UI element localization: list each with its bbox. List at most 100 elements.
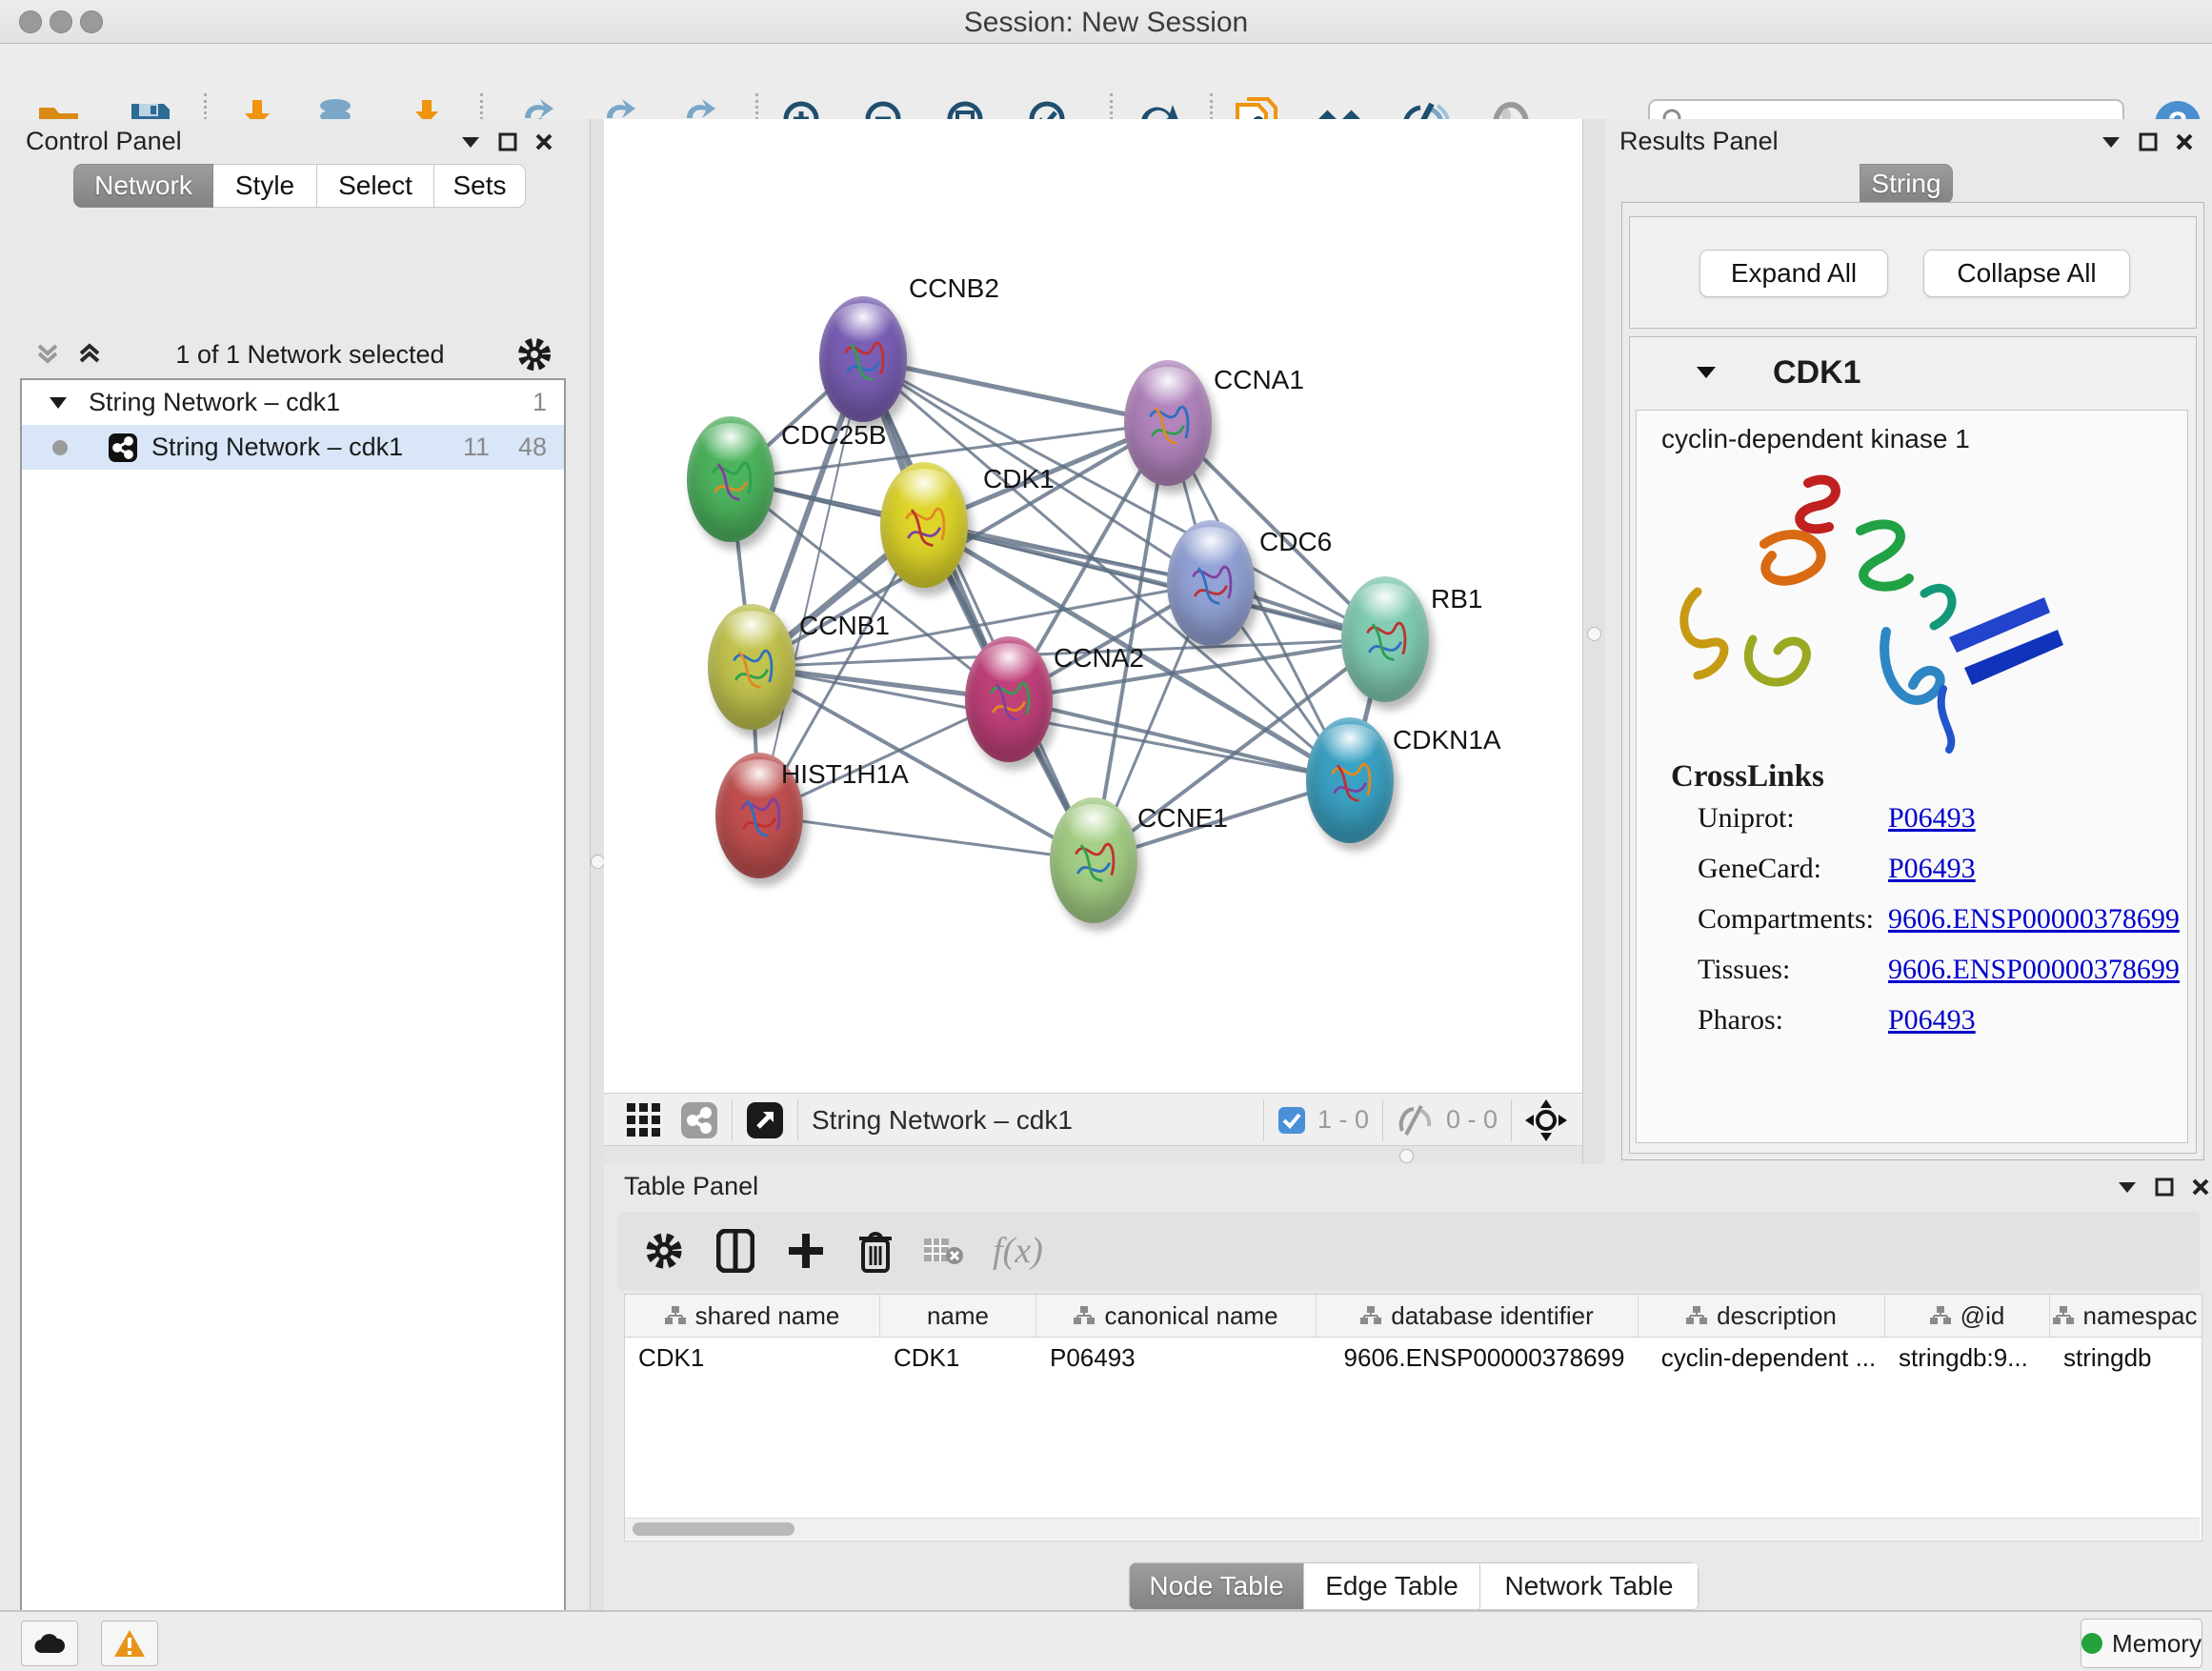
column-type-icon: [1686, 1306, 1707, 1325]
tab-sets[interactable]: Sets: [434, 164, 526, 208]
show-columns-icon[interactable]: [716, 1229, 754, 1273]
main-toolbar: ?: [0, 44, 2212, 121]
delete-column-icon[interactable]: [857, 1229, 894, 1273]
column-header-namespace[interactable]: namespac: [2050, 1295, 2200, 1337]
tab-network-table[interactable]: Network Table: [1480, 1562, 1699, 1610]
delete-table-icon[interactable]: [922, 1235, 964, 1267]
node-label-CDK1: CDK1: [983, 464, 1055, 494]
network-node-CDKN1A[interactable]: [1306, 717, 1394, 843]
network-view-toolbar: String Network – cdk1 1 - 0 0 - 0: [604, 1093, 1582, 1146]
network-collection-row[interactable]: String Network – cdk1 1: [22, 380, 564, 425]
compartments-link[interactable]: 9606.ENSP00000378699: [1888, 903, 2180, 936]
network-node-CCNB1[interactable]: [708, 604, 795, 730]
tab-string[interactable]: String: [1860, 164, 1953, 204]
network-node-CCNA2[interactable]: [965, 636, 1053, 762]
column-header-database-identifier[interactable]: database identifier: [1317, 1295, 1639, 1337]
network-node-CDK1[interactable]: [880, 462, 968, 588]
crosslink-row: Compartments: 9606.ENSP00000378699: [1698, 903, 2187, 936]
fit-content-crosshair-icon[interactable]: [1525, 1099, 1567, 1141]
protein-thumbnail-icon: [1358, 607, 1412, 672]
memory-button[interactable]: Memory: [2081, 1619, 2202, 1668]
cell-namespace: stringdb: [2050, 1338, 2200, 1378]
float-panel-icon[interactable]: [2155, 1178, 2174, 1197]
network-node-CCNA1[interactable]: [1124, 360, 1212, 486]
selected-checkbox-icon[interactable]: [1277, 1106, 1306, 1135]
tab-edge-table[interactable]: Edge Table: [1304, 1562, 1480, 1610]
network-node-RB1[interactable]: [1341, 576, 1429, 702]
panel-menu-icon[interactable]: [2101, 135, 2122, 149]
network-node-CCNE1[interactable]: [1050, 797, 1137, 923]
column-type-icon: [1360, 1306, 1381, 1325]
column-header-canonical-name[interactable]: canonical name: [1036, 1295, 1317, 1337]
node-label-CDC25B: CDC25B: [781, 420, 886, 451]
toolbar-separator: [1382, 1099, 1383, 1141]
close-panel-icon[interactable]: [534, 132, 553, 151]
collection-count: 1: [533, 388, 547, 417]
tab-style[interactable]: Style: [213, 164, 317, 208]
function-builder-icon[interactable]: f(x): [993, 1230, 1043, 1272]
selected-count: 1 - 0: [1317, 1105, 1369, 1135]
create-column-icon[interactable]: [787, 1232, 825, 1270]
expand-all-icon[interactable]: [75, 340, 104, 369]
collection-expander-icon[interactable]: [49, 396, 68, 410]
section-expander-icon[interactable]: [1695, 365, 1718, 380]
float-panel-icon[interactable]: [498, 132, 517, 151]
node-label-RB1: RB1: [1431, 584, 1482, 614]
expand-all-button[interactable]: Expand All: [1699, 250, 1888, 297]
collection-label: String Network – cdk1: [89, 388, 340, 417]
panel-menu-icon[interactable]: [460, 135, 481, 149]
network-nodes-layer: CCNB2CCNA1CDC25BCDK1CDC6RB1CCNB1CCNA2CDK…: [604, 119, 1582, 1093]
tab-network[interactable]: Network: [73, 164, 213, 208]
column-header-id[interactable]: @id: [1885, 1295, 2050, 1337]
table-panel: Table Panel f(x) shared name name canoni…: [604, 1164, 2212, 1610]
scrollbar-thumb[interactable]: [633, 1522, 794, 1536]
table-options-gear-icon[interactable]: [644, 1231, 684, 1271]
float-panel-icon[interactable]: [2139, 132, 2158, 151]
network-node-CDC25B[interactable]: [687, 416, 774, 542]
column-type-icon: [1074, 1306, 1095, 1325]
network-overview-icon[interactable]: [680, 1101, 718, 1139]
collapse-all-icon[interactable]: [33, 340, 62, 369]
splitter-handle[interactable]: [1587, 627, 1601, 641]
network-node-CDC6[interactable]: [1167, 520, 1255, 646]
panel-splitter-vertical[interactable]: [1582, 119, 1607, 1164]
network-row[interactable]: String Network – cdk1 11 48: [22, 425, 564, 470]
cloud-button[interactable]: [21, 1621, 78, 1666]
detach-view-icon[interactable]: [746, 1101, 784, 1139]
protein-thumbnail-icon: [733, 783, 786, 848]
crosslink-row: Tissues: 9606.ENSP00000378699: [1698, 954, 2187, 986]
network-node-CCNB2[interactable]: [819, 296, 907, 422]
genecard-link[interactable]: P06493: [1888, 853, 1976, 885]
collapse-all-button[interactable]: Collapse All: [1923, 250, 2130, 297]
pharos-link[interactable]: P06493: [1888, 1004, 1976, 1037]
network-canvas[interactable]: CCNB2CCNA1CDC25BCDK1CDC6RB1CCNB1CCNA2CDK…: [604, 119, 1582, 1093]
splitter-handle[interactable]: [591, 855, 605, 869]
uniprot-link[interactable]: P06493: [1888, 802, 1976, 835]
close-panel-icon[interactable]: [2175, 132, 2194, 151]
results-buttons-box: Expand All Collapse All: [1629, 216, 2197, 329]
protein-thumbnail-icon: [1141, 391, 1195, 455]
warning-button[interactable]: [101, 1621, 158, 1666]
tab-select[interactable]: Select: [317, 164, 434, 208]
tissues-link[interactable]: 9606.ENSP00000378699: [1888, 954, 2180, 986]
birds-eye-view-icon[interactable]: [625, 1101, 663, 1139]
table-row[interactable]: CDK1 CDK1 P06493 9606.ENSP00000378699 cy…: [625, 1338, 2202, 1378]
splitter-handle[interactable]: [1399, 1149, 1414, 1163]
horizontal-scrollbar[interactable]: [625, 1518, 2200, 1540]
column-header-description[interactable]: description: [1639, 1295, 1885, 1337]
toolbar-separator: [732, 1099, 733, 1141]
tab-node-table[interactable]: Node Table: [1129, 1562, 1304, 1610]
close-panel-icon[interactable]: [2191, 1178, 2210, 1197]
application-window: Session: New Session: [0, 0, 2212, 1671]
string-results-box: Expand All Collapse All CDK1 cyclin-depe…: [1621, 202, 2204, 1160]
table-panel-title: Table Panel: [624, 1172, 758, 1201]
column-header-name[interactable]: name: [880, 1295, 1036, 1337]
network-options-gear-icon[interactable]: [516, 336, 553, 372]
node-label-CDKN1A: CDKN1A: [1393, 725, 1501, 755]
column-header-shared-name[interactable]: shared name: [625, 1295, 880, 1337]
gene-section-header[interactable]: CDK1: [1630, 337, 2196, 408]
panel-menu-icon[interactable]: [2117, 1180, 2138, 1194]
protein-thumbnail-icon: [1184, 551, 1237, 615]
hidden-eye-icon[interactable]: [1397, 1104, 1435, 1137]
protein-thumbnail-icon: [704, 447, 757, 512]
